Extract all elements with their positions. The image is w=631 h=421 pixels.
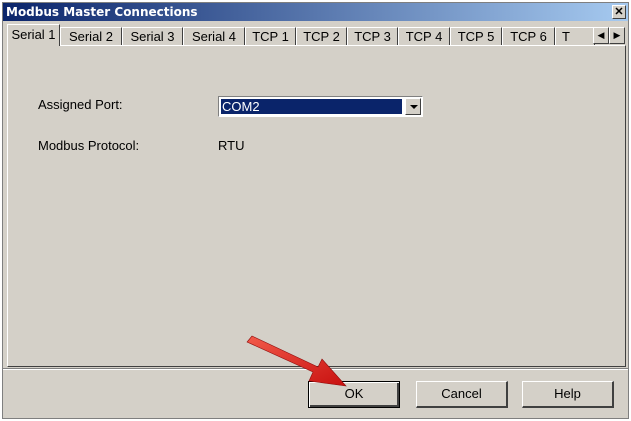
tab-serial-4[interactable]: Serial 4 [183,27,245,46]
tab-tcp-4[interactable]: TCP 4 [398,27,450,46]
tab-tcp-2[interactable]: TCP 2 [296,27,347,46]
modbus-protocol-value: RTU [218,138,245,153]
assigned-port-select[interactable]: COM2 [218,96,423,117]
help-button[interactable]: Help [522,381,614,408]
assigned-port-value: COM2 [221,99,402,114]
modbus-protocol-label: Modbus Protocol: [38,138,140,153]
tab-tcp-6[interactable]: TCP 6 [502,27,555,46]
tab-serial-3[interactable]: Serial 3 [122,27,183,46]
modbus-master-connections-dialog: Modbus Master Connections ✕ Serial 1 Ser… [2,2,629,419]
tab-panel: Assigned Port: COM2 Modbus Protocol: RTU [7,45,626,367]
cancel-button[interactable]: Cancel [416,381,508,408]
tab-serial-2[interactable]: Serial 2 [60,27,122,46]
ok-button[interactable]: OK [308,381,400,408]
window-title: Modbus Master Connections [6,5,198,19]
tab-tcp-5[interactable]: TCP 5 [450,27,502,46]
tab-truncated[interactable]: T [555,27,595,46]
tab-tcp-3[interactable]: TCP 3 [347,27,398,46]
tab-tcp-1[interactable]: TCP 1 [245,27,296,46]
title-bar[interactable]: Modbus Master Connections ✕ [3,3,628,21]
tab-strip: Serial 1 Serial 2 Serial 3 Serial 4 TCP … [7,24,626,46]
divider [3,368,628,370]
assigned-port-label: Assigned Port: [38,97,123,112]
close-button[interactable]: ✕ [612,5,626,19]
scroll-right-icon[interactable]: ▶ [609,27,625,44]
tab-serial-1[interactable]: Serial 1 [7,24,60,46]
scroll-left-icon[interactable]: ◀ [593,27,609,44]
chevron-down-icon[interactable] [405,98,421,115]
